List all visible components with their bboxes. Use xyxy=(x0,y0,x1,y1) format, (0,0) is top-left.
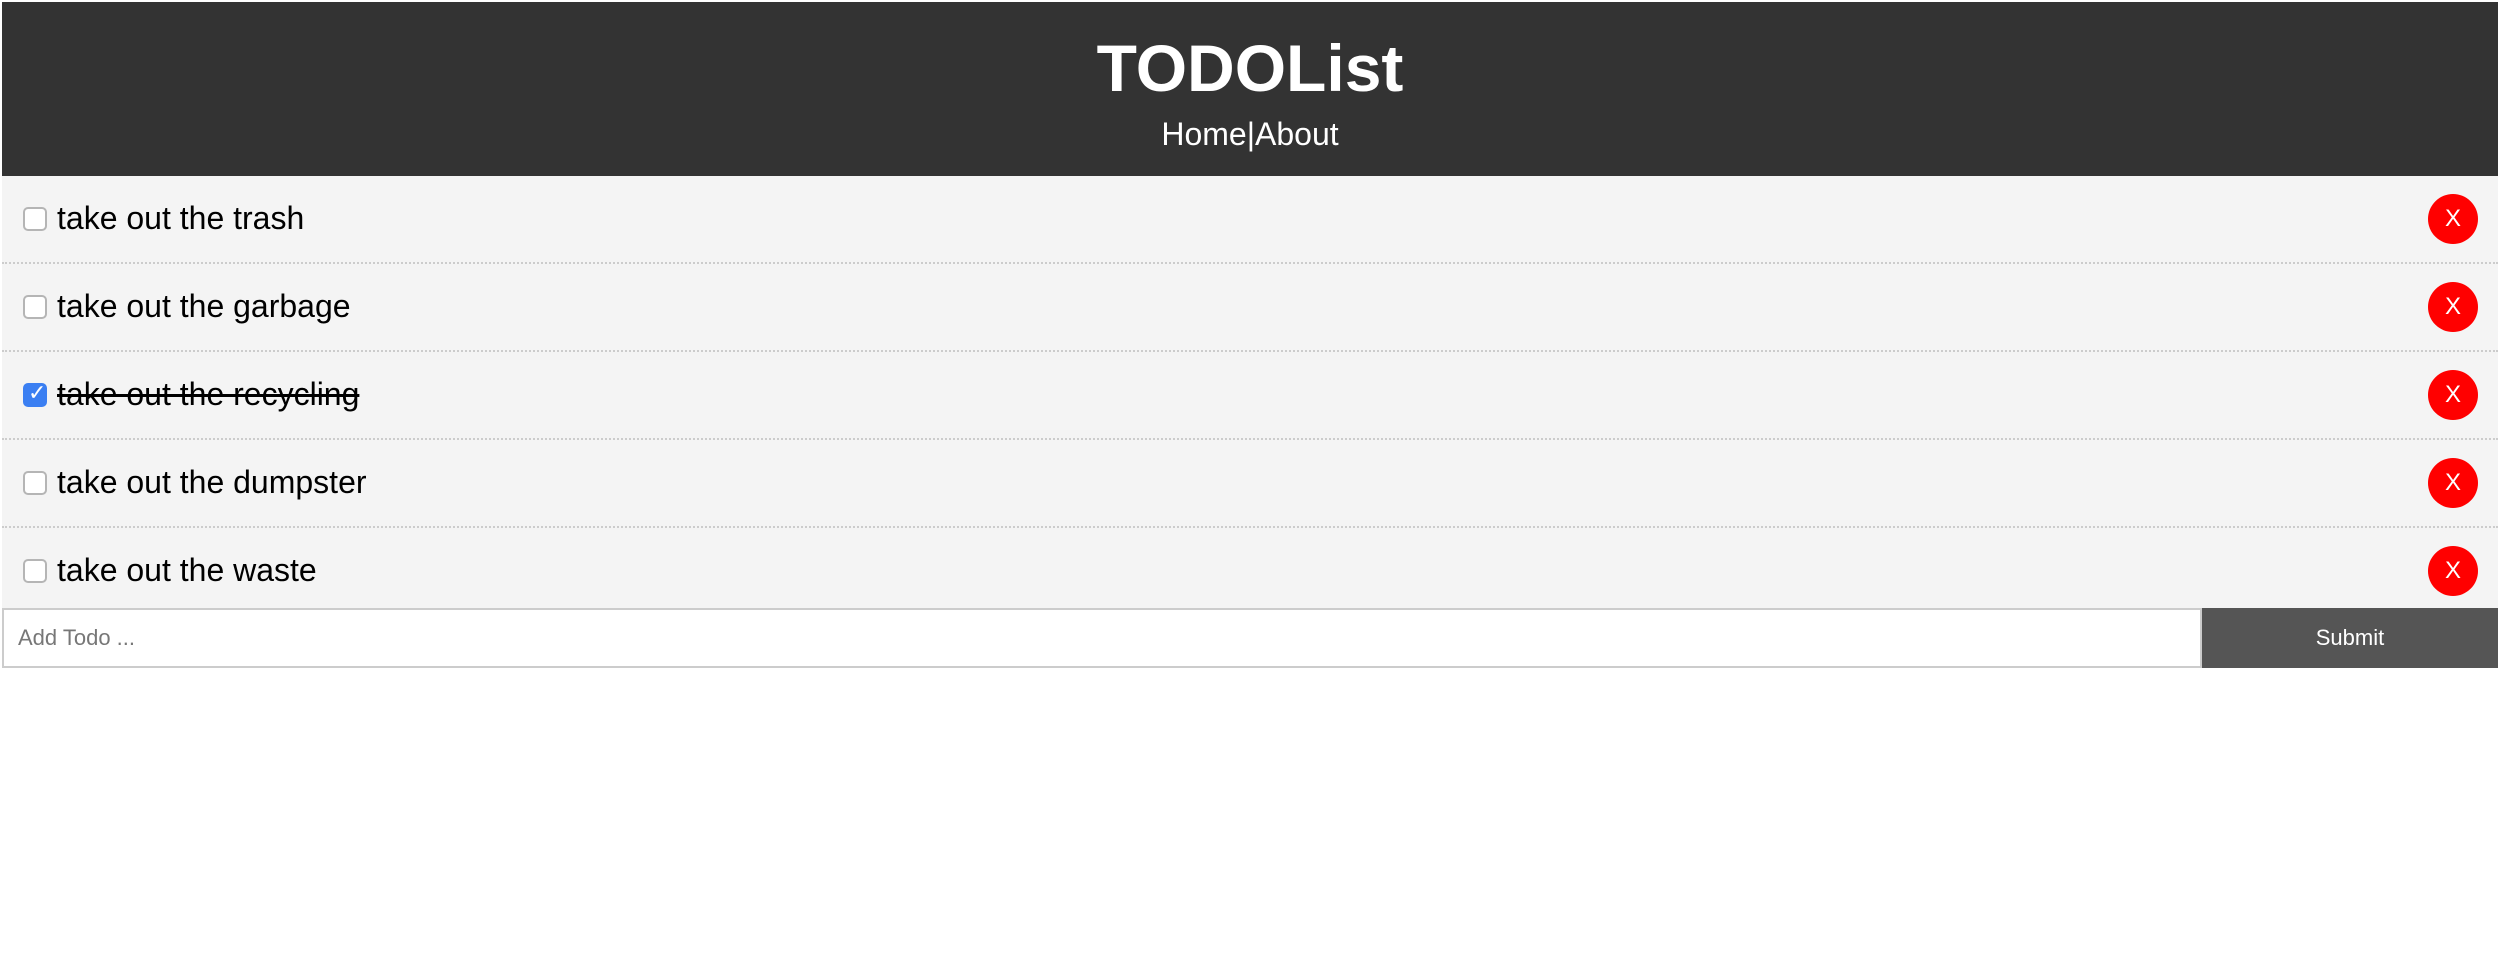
checkmark-icon: ✓ xyxy=(28,381,47,406)
todo-checkbox[interactable] xyxy=(23,471,47,495)
todo-item: take out the waste X xyxy=(2,528,2498,616)
delete-todo-button[interactable]: X xyxy=(2428,194,2478,244)
delete-todo-button[interactable]: X xyxy=(2428,458,2478,508)
todo-title: take out the waste xyxy=(57,552,317,588)
submit-button[interactable]: Submit xyxy=(2202,608,2498,668)
todo-item: take out the dumpster X xyxy=(2,440,2498,528)
app-title: TODOList xyxy=(1096,31,1404,105)
add-todo-input[interactable] xyxy=(2,608,2202,668)
todo-title: take out the recycling xyxy=(57,376,360,412)
nav-separator: | xyxy=(1246,116,1256,152)
todo-item: take out the trash X xyxy=(2,176,2498,264)
main-nav: Home|About xyxy=(2,114,2498,154)
delete-todo-button[interactable]: X xyxy=(2428,370,2478,420)
app-header: TODOList Home|About xyxy=(2,2,2498,176)
add-todo-form: Submit xyxy=(2,608,2498,668)
todo-title: take out the garbage xyxy=(57,288,351,324)
delete-todo-button[interactable]: X xyxy=(2428,546,2478,596)
delete-todo-button[interactable]: X xyxy=(2428,282,2478,332)
todo-checkbox[interactable]: ✓ xyxy=(23,381,47,407)
todo-title: take out the trash xyxy=(57,200,305,236)
todo-item: ✓ take out the recycling X xyxy=(2,352,2498,440)
todo-title: take out the dumpster xyxy=(57,464,367,500)
todo-checkbox[interactable] xyxy=(23,559,47,583)
todo-checkbox[interactable] xyxy=(23,295,47,319)
app-root: TODOList Home|About take out the trash X… xyxy=(0,0,2502,972)
todo-list: take out the trash X take out the garbag… xyxy=(2,176,2498,616)
todo-checkbox[interactable] xyxy=(23,207,47,231)
nav-link-home[interactable]: Home xyxy=(1161,116,1246,152)
nav-link-about[interactable]: About xyxy=(1255,116,1339,152)
todo-item: take out the garbage X xyxy=(2,264,2498,352)
